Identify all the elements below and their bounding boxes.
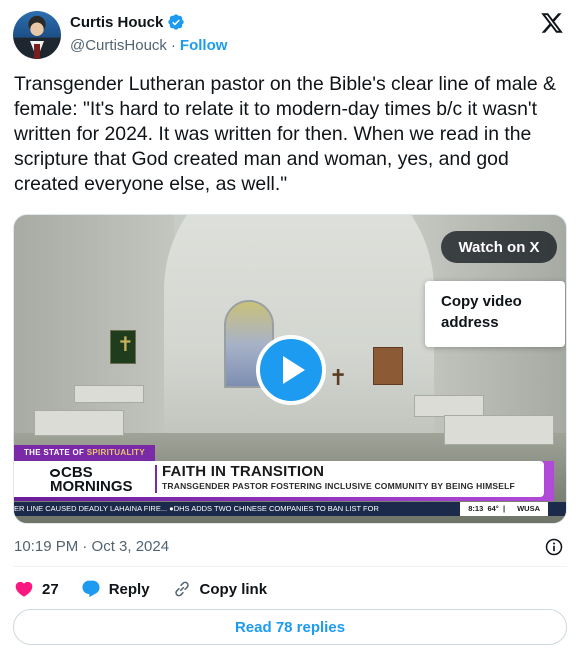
cbs-mornings-logo: CBS MORNINGS [50,464,133,495]
like-count: 27 [42,580,59,598]
author-handle[interactable]: @CurtisHouck [70,37,167,54]
read-replies-button[interactable]: Read 78 replies [13,609,567,645]
avatar[interactable] [13,11,61,59]
handle-row: @CurtisHouck · Follow [70,37,227,54]
video-headline: FAITH IN TRANSITION [162,463,325,480]
heart-icon [15,581,33,597]
verified-badge-icon [168,14,185,30]
divider [13,566,567,567]
info-icon[interactable] [544,537,564,557]
reply-button[interactable]: Reply [81,579,150,599]
author-name[interactable]: Curtis Houck [70,14,163,31]
news-ticker: ER LINE CAUSED DEADLY LAHAINA FIRE... ●D… [14,502,566,516]
tweet-card: Curtis Houck @CurtisHouck · Follow Trans… [0,0,580,661]
follow-button[interactable]: Follow [180,37,228,54]
reply-bubble-icon [82,580,100,598]
x-logo-icon[interactable] [539,11,565,35]
author-name-row: Curtis Houck [70,13,185,31]
play-icon [283,356,305,384]
separator: · [170,37,176,54]
copy-link-button[interactable]: Copy link [172,579,268,599]
video-subheadline: TRANSGENDER PASTOR FOSTERING INCLUSIVE C… [162,481,515,491]
play-button[interactable] [256,335,326,405]
tweet-text: Transgender Lutheran pastor on the Bible… [14,73,556,195]
copy-video-address-menu-item[interactable]: Copy video address [425,281,565,347]
reply-label: Reply [108,580,150,598]
copy-link-label: Copy link [199,580,268,598]
tweet-timestamp[interactable]: 10:19 PM · Oct 3, 2024 [14,538,169,555]
video-player[interactable]: ✝ ✝ Watch on X Copy video address THE ST… [13,214,567,524]
segment-label: THE STATE OF SPIRITUALITY [14,445,155,461]
link-icon [174,581,189,597]
watch-on-x-button[interactable]: Watch on X [441,231,557,263]
like-button[interactable]: 27 [14,579,59,599]
action-bar: 27 Reply Copy link [14,577,289,601]
